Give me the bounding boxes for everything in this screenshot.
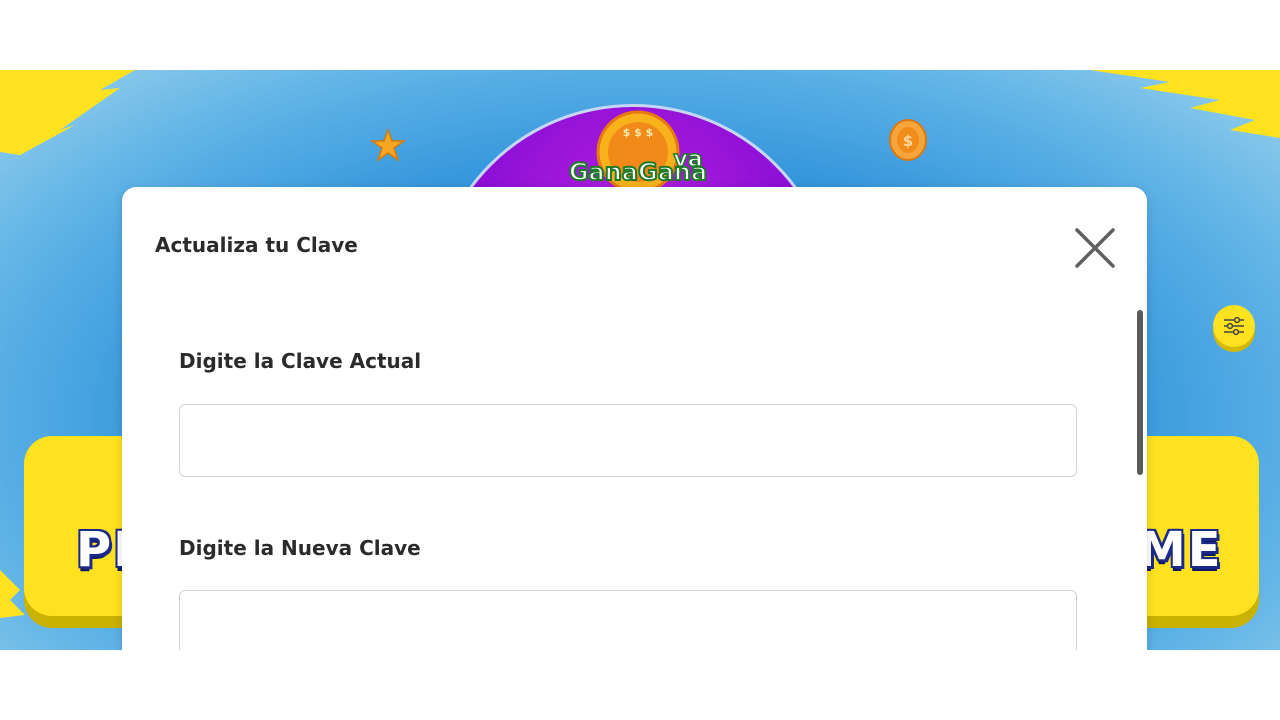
filter-sliders-icon (1224, 316, 1244, 336)
yellow-brush-decoration (1090, 70, 1280, 138)
ganagana-logo: $ $ $ va GanaGana (568, 110, 708, 192)
page-bottom-area (0, 650, 1280, 720)
close-icon (1075, 228, 1115, 268)
yellow-brush-decoration (0, 70, 135, 155)
svg-text:$ $ $: $ $ $ (623, 126, 654, 139)
current-password-label: Digite la Clave Actual (179, 349, 422, 373)
modal-scrollbar[interactable] (1137, 310, 1143, 475)
close-button[interactable] (1074, 227, 1116, 269)
star-icon (370, 128, 406, 162)
change-password-modal: Actualiza tu Clave Digite la Clave Actua… (122, 187, 1147, 687)
new-password-label: Digite la Nueva Clave (179, 536, 421, 560)
svg-text:GanaGana: GanaGana (569, 158, 707, 186)
promo-panel-right-text: ME (1138, 522, 1223, 578)
svg-text:$: $ (903, 132, 913, 150)
filter-button[interactable] (1213, 305, 1255, 347)
modal-title: Actualiza tu Clave (155, 233, 358, 257)
current-password-input[interactable] (179, 404, 1077, 477)
coin-icon: $ (889, 119, 927, 161)
